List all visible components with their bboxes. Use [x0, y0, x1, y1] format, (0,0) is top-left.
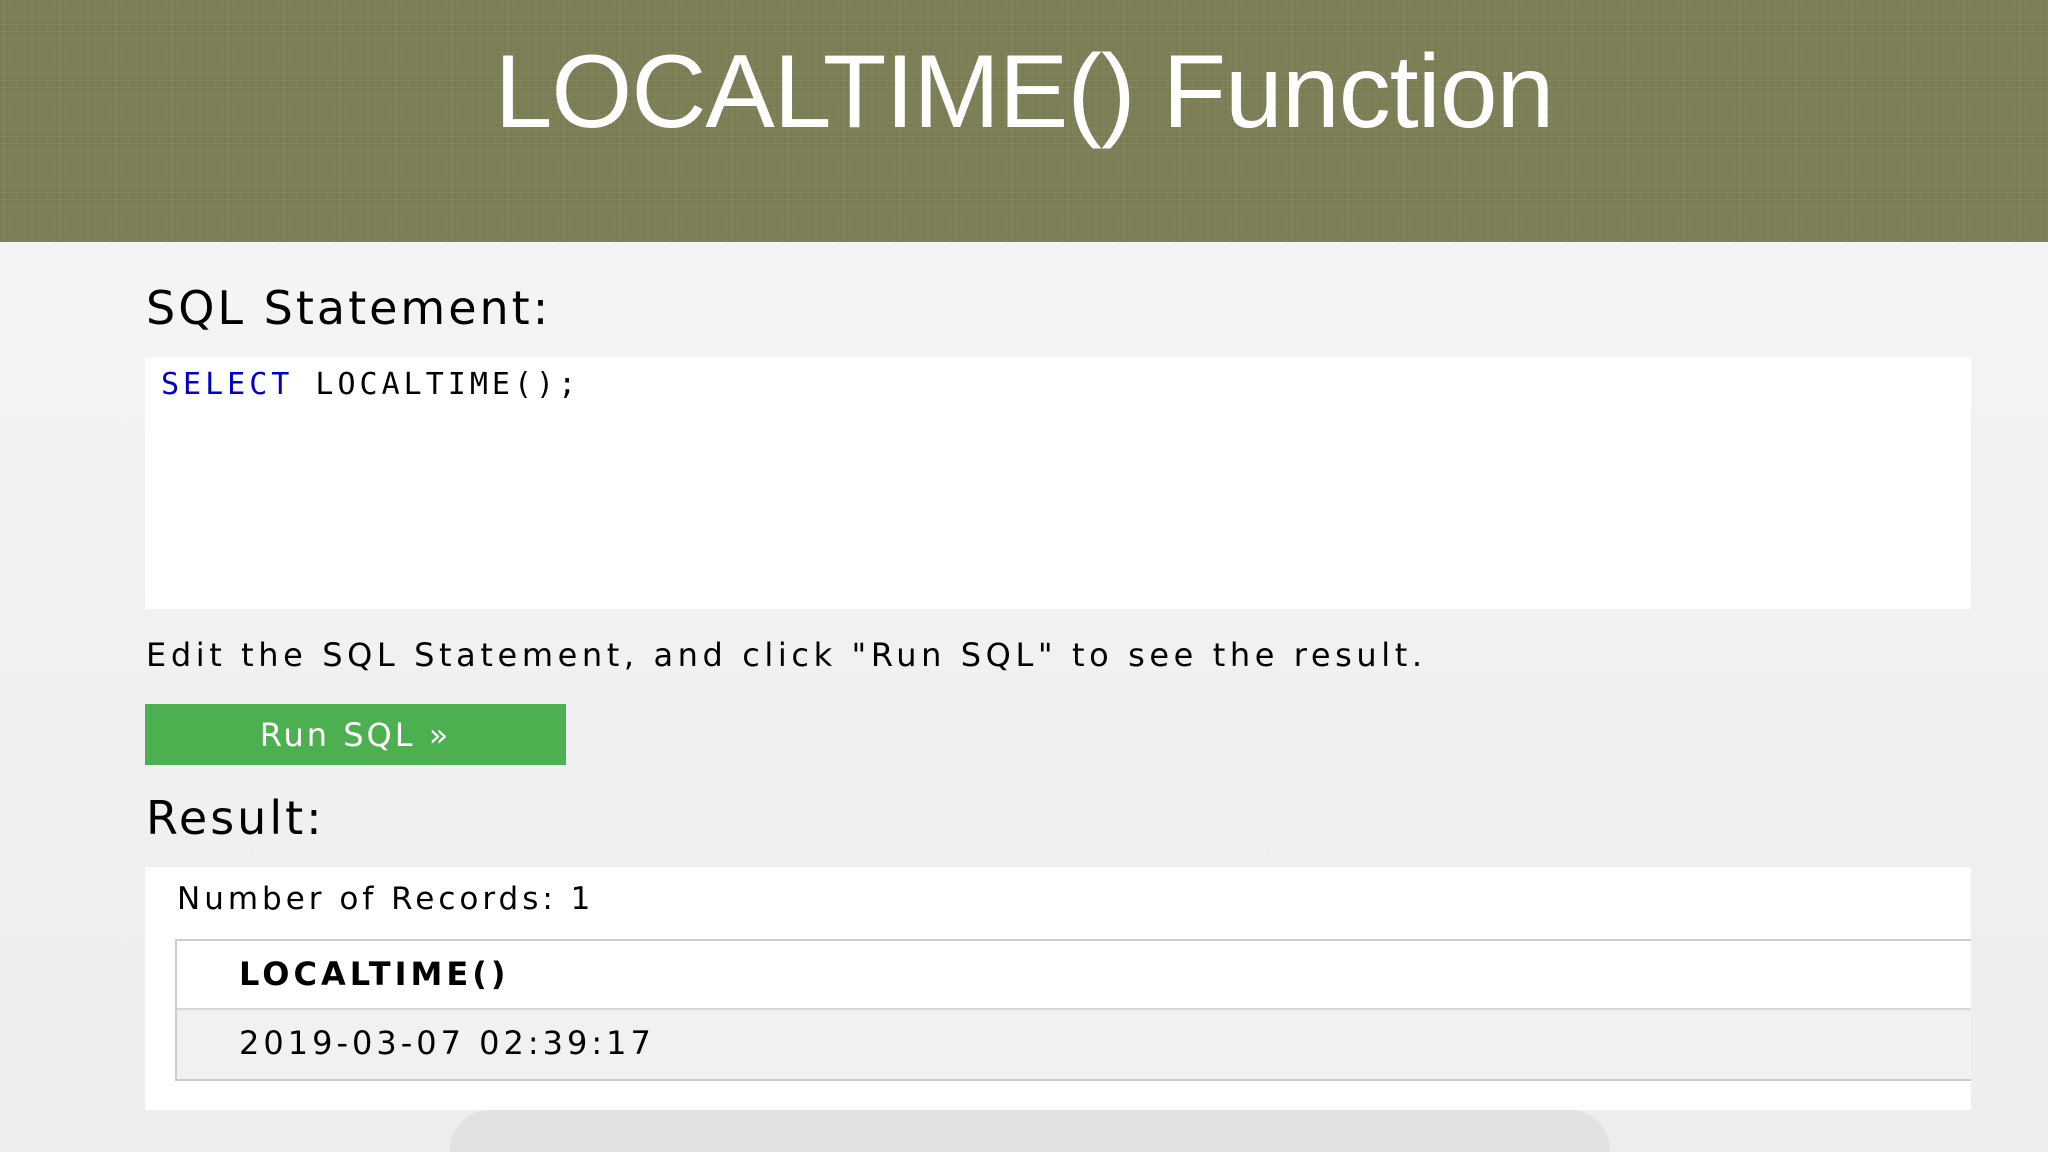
table-header-cell: LOCALTIME()	[239, 955, 510, 993]
records-count: Number of Records: 1	[177, 881, 595, 917]
result-heading: Result:	[146, 791, 325, 845]
table-header-row: LOCALTIME()	[177, 941, 1971, 1010]
sql-editor[interactable]: SELECT LOCALTIME();	[145, 357, 1971, 609]
sql-code[interactable]: SELECT LOCALTIME();	[161, 367, 580, 402]
result-table: LOCALTIME() 2019-03-07 02:39:17	[175, 939, 1971, 1081]
table-cell: 2019-03-07 02:39:17	[239, 1024, 655, 1062]
sql-keyword: SELECT	[161, 367, 294, 402]
slide-title: LOCALTIME() Function	[494, 34, 1555, 150]
run-sql-button[interactable]: Run SQL »	[145, 704, 566, 765]
sql-statement-heading: SQL Statement:	[146, 281, 552, 335]
table-row: 2019-03-07 02:39:17	[177, 1010, 1971, 1079]
slide-title-banner: LOCALTIME() Function	[0, 0, 2048, 242]
sql-code-rest: LOCALTIME();	[293, 367, 581, 402]
background-decoration	[450, 1110, 1610, 1152]
result-panel: Number of Records: 1 LOCALTIME() 2019-03…	[145, 867, 1971, 1110]
instruction-text: Edit the SQL Statement, and click "Run S…	[146, 636, 1427, 674]
